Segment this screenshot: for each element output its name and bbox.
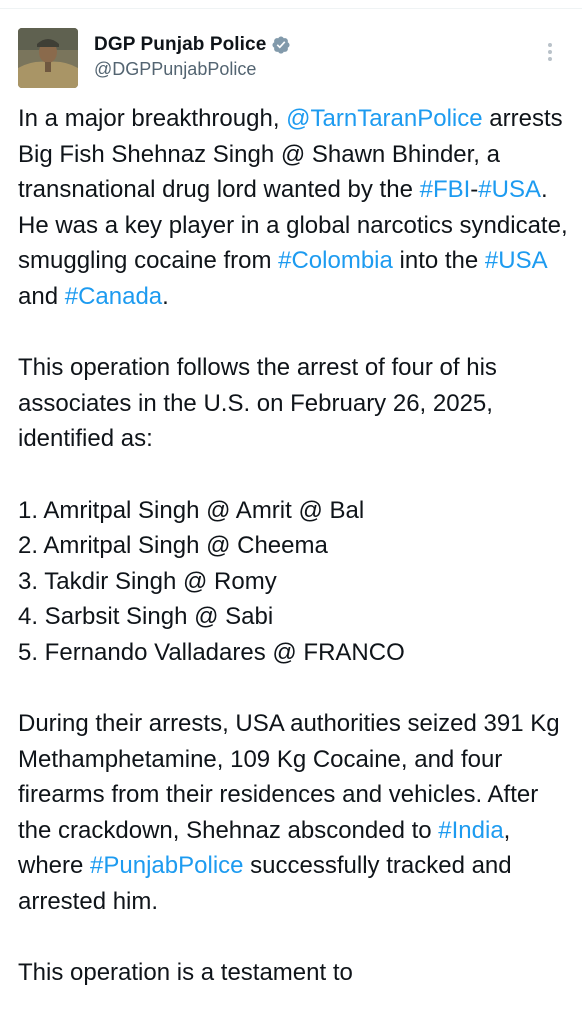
hashtag-colombia[interactable]: #Colombia — [278, 247, 393, 274]
display-name[interactable]: DGP Punjab Police — [94, 34, 266, 56]
tweet-paragraph-4: This operation is a testament to — [18, 959, 353, 986]
tweet-paragraph-3: During their arrests, USA authorities se… — [18, 706, 568, 919]
name-row: DGP Punjab Police — [94, 32, 291, 58]
hashtag-punjabpolice[interactable]: #PunjabPolice — [90, 852, 243, 879]
list-item: 1. Amritpal Singh @ Amrit @ Bal — [18, 496, 365, 524]
top-divider — [0, 8, 582, 9]
more-options-icon[interactable] — [540, 40, 560, 70]
list-item: 4. Sarbsit Singh @ Sabi — [18, 603, 274, 630]
verified-badge-icon — [272, 36, 290, 54]
hashtag-usa[interactable]: #USA — [485, 247, 546, 274]
list-item: 5. Fernando Valladares @ FRANCO — [18, 638, 405, 666]
tweet-paragraph-2: This operation follows the arrest of fou… — [18, 354, 497, 452]
user-handle[interactable]: @DGPPunjabPolice — [94, 59, 256, 80]
hashtag-india[interactable]: #India — [438, 817, 503, 844]
avatar[interactable] — [18, 28, 78, 88]
hashtag-canada[interactable]: #Canada — [65, 283, 162, 310]
tweet-paragraph-1: In a major breakthrough, @TarnTaranPolic… — [18, 101, 568, 314]
text-segment: . — [162, 282, 169, 310]
avatar-photo-icon — [18, 28, 78, 88]
text-segment: into the — [392, 247, 485, 274]
list-item: 2. Amritpal Singh @ Cheema — [18, 532, 328, 559]
text-segment: In a major breakthrough, — [18, 105, 287, 132]
text-segment: and — [18, 282, 65, 310]
hashtag-fbi[interactable]: #FBI — [420, 176, 471, 203]
hashtag-usa[interactable]: #USA — [478, 176, 541, 203]
tweet-text: In a major breakthrough, @TarnTaranPolic… — [18, 101, 568, 991]
tweet-header: DGP Punjab Police @DGPPunjabPolice — [18, 28, 564, 88]
list-item: 3. Takdir Singh @ Romy — [18, 567, 277, 595]
mention-tarntaranpolice[interactable]: @TarnTaranPolice — [286, 105, 482, 132]
